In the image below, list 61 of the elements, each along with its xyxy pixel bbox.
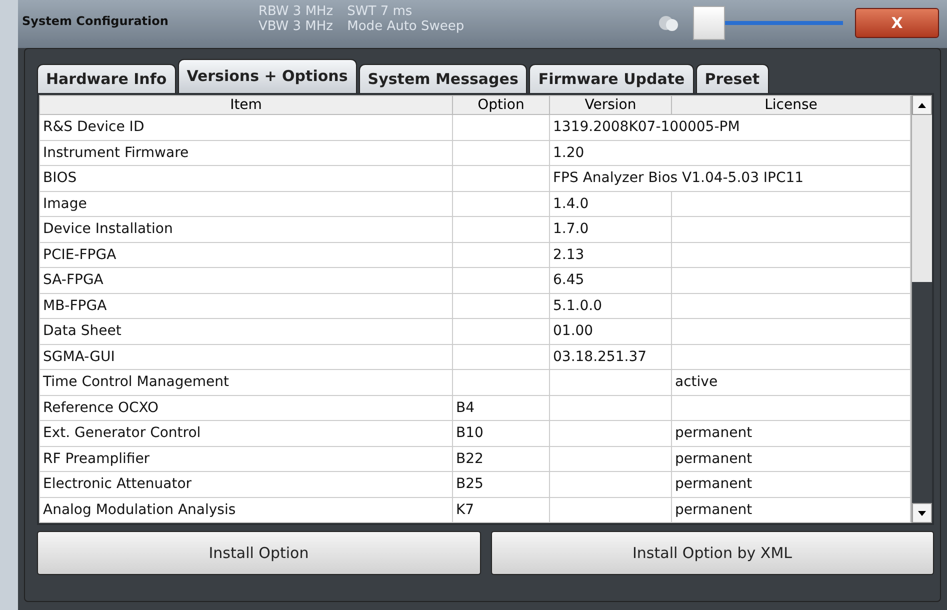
table-cell: Time Control Management xyxy=(40,370,452,395)
table-cell: permanent xyxy=(672,472,910,497)
install-button[interactable]: Install Option by XML xyxy=(490,531,934,575)
measurement-readout: SWT 7 ms xyxy=(347,4,414,19)
tab[interactable]: Preset xyxy=(696,64,769,93)
table-cell: Ext. Generator Control xyxy=(40,420,452,446)
table-cell: Data Sheet xyxy=(40,318,452,344)
table-cell: 03.18.251.37 xyxy=(550,344,672,370)
table-cell: B4 xyxy=(452,395,550,420)
table-cell: SA-FPGA xyxy=(40,268,452,293)
table-cell: 1319.2008K07-100005-PM xyxy=(550,114,910,140)
measurement-readout: RBW 3 MHz xyxy=(258,4,334,19)
column-header: Item xyxy=(40,96,452,114)
table-cell: SGMA-GUI xyxy=(40,344,452,370)
down-arrow-icon xyxy=(918,510,926,516)
table-cell: B10 xyxy=(452,420,550,446)
scroll-down-button[interactable] xyxy=(912,503,932,523)
table-cell: R&S Device ID xyxy=(40,114,452,140)
tab[interactable]: System Messages xyxy=(358,64,528,93)
scroll-thumb[interactable] xyxy=(912,282,932,503)
table-cell: BIOS xyxy=(40,166,452,191)
table-cell: permanent xyxy=(672,420,910,446)
measurement-readout: Mode Auto Sweep xyxy=(347,19,464,34)
table-cell: 01.00 xyxy=(550,318,672,344)
tab[interactable]: Versions + Options xyxy=(178,59,357,93)
install-button[interactable]: Install Option xyxy=(37,531,480,575)
table-cell: Instrument Firmware xyxy=(40,140,452,166)
table-cell: RF Preamplifier xyxy=(40,446,452,472)
table-cell: PCIE-FPGA xyxy=(40,242,452,268)
table-cell: 5.1.0.0 xyxy=(550,293,672,318)
table-cell: Analog Modulation Analysis xyxy=(40,497,452,522)
up-arrow-icon xyxy=(918,102,926,108)
slider-thumb[interactable] xyxy=(693,6,725,40)
table-cell: K7 xyxy=(452,497,550,522)
table-cell: 1.7.0 xyxy=(550,216,672,242)
table-cell: B25 xyxy=(452,472,550,497)
tab[interactable]: Firmware Update xyxy=(529,64,694,93)
table-cell: MB-FPGA xyxy=(40,293,452,318)
table-cell: Electronic Attenuator xyxy=(40,472,452,497)
table-cell: permanent xyxy=(672,446,910,472)
scrollbar[interactable] xyxy=(911,95,932,523)
column-header: Version xyxy=(550,96,672,114)
table-cell: active xyxy=(672,370,910,395)
scroll-up-button[interactable] xyxy=(912,95,932,115)
measurement-readout: VBW 3 MHz xyxy=(258,19,334,34)
column-header: License xyxy=(672,96,910,114)
window-title: System Configuration xyxy=(22,14,168,28)
table-cell: FPS Analyzer Bios V1.04-5.03 IPC11 xyxy=(550,166,910,191)
table-cell: Reference OCXO xyxy=(40,395,452,420)
table-cell: B22 xyxy=(452,446,550,472)
table-cell: permanent xyxy=(672,497,910,522)
table-cell: 6.45 xyxy=(550,268,672,293)
close-button[interactable]: X xyxy=(855,8,939,38)
table-cell: Device Installation xyxy=(40,216,452,242)
tab[interactable]: Hardware Info xyxy=(37,64,176,93)
table-cell: 1.4.0 xyxy=(550,191,672,216)
transparency-icon xyxy=(657,14,681,32)
table-cell: 1.20 xyxy=(550,140,910,166)
table-cell: Image xyxy=(40,191,452,216)
table-cell: 2.13 xyxy=(550,242,672,268)
column-header: Option xyxy=(452,96,550,114)
